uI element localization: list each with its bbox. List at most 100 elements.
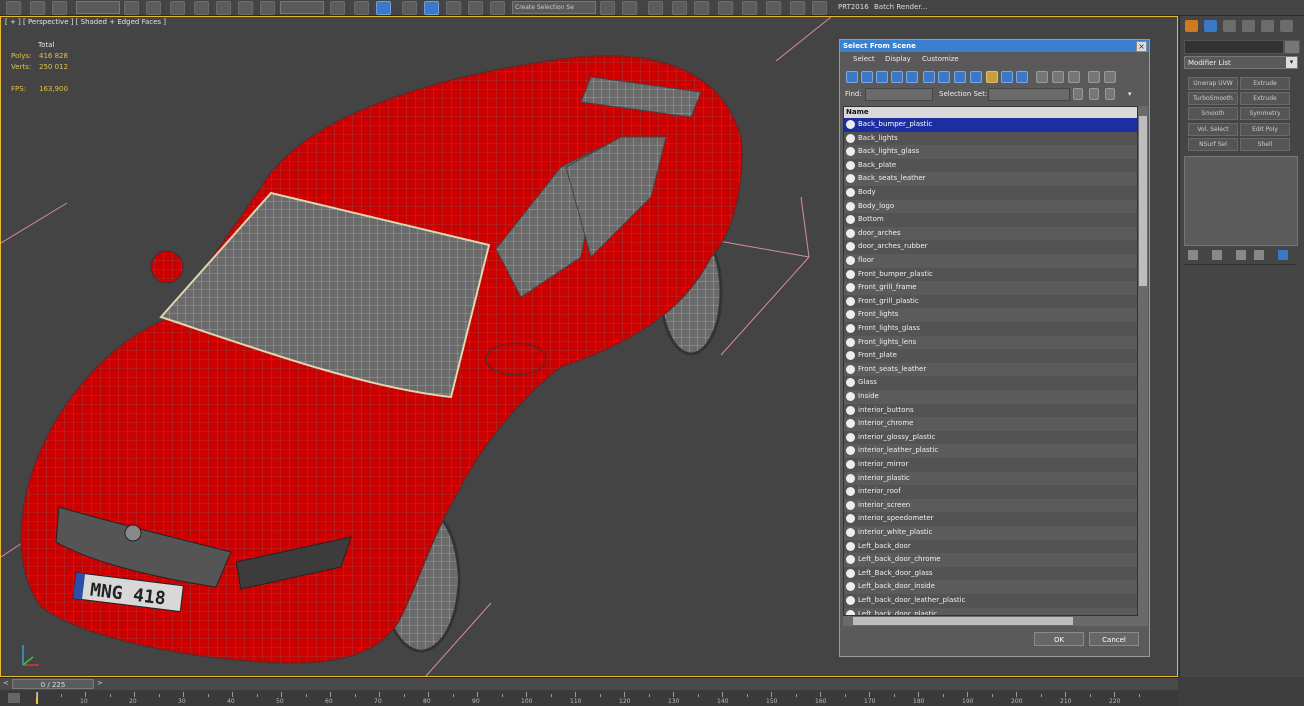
- display-lights-icon[interactable]: [876, 71, 888, 83]
- select-object-icon[interactable]: [124, 1, 139, 15]
- modifier-button-smooth[interactable]: Smooth: [1188, 107, 1238, 120]
- angle-snap-icon[interactable]: [424, 1, 439, 15]
- display-helpers-icon[interactable]: [906, 71, 918, 83]
- remove-modifier-icon[interactable]: [1254, 250, 1264, 260]
- list-item[interactable]: Left_back_door: [844, 539, 1137, 554]
- chevron-down-icon[interactable]: ▾: [1128, 90, 1132, 98]
- list-item[interactable]: Back_bumper_plastic: [844, 118, 1137, 132]
- selection-set-dropdown[interactable]: [988, 88, 1070, 101]
- modifier-button-turbosmooth[interactable]: TurboSmooth: [1188, 92, 1238, 105]
- list-item[interactable]: interior_plastic: [844, 472, 1137, 486]
- list-item[interactable]: Back_lights_glass: [844, 145, 1137, 159]
- scale-icon[interactable]: [260, 1, 275, 15]
- display-hidden-icon[interactable]: [1016, 71, 1028, 83]
- pivot-center-icon[interactable]: [330, 1, 345, 15]
- list-item[interactable]: interior_roof: [844, 485, 1137, 499]
- list-item[interactable]: Front_bumper_plastic: [844, 267, 1137, 282]
- select-by-name-icon[interactable]: [146, 1, 161, 15]
- percent-snap-icon[interactable]: [446, 1, 461, 15]
- mirror-icon[interactable]: [600, 1, 615, 15]
- modifier-button-shell[interactable]: Shell: [1240, 138, 1290, 151]
- toggle-ribbon-icon[interactable]: [672, 1, 687, 15]
- rendered-frame-window-icon[interactable]: [790, 1, 805, 15]
- select-all-icon[interactable]: [1036, 71, 1048, 83]
- list-item[interactable]: interior_screen: [844, 499, 1137, 513]
- layer-explorer-icon[interactable]: [648, 1, 663, 15]
- horizontal-scroll-thumb[interactable]: [853, 617, 1073, 625]
- modifier-button-symmetry[interactable]: Symmetry: [1240, 107, 1290, 120]
- filter-icon[interactable]: [1088, 71, 1100, 83]
- find-input[interactable]: [865, 88, 933, 101]
- list-item[interactable]: Front_plate: [844, 349, 1137, 363]
- cancel-button[interactable]: Cancel: [1089, 632, 1139, 646]
- display-cameras-icon[interactable]: [891, 71, 903, 83]
- render-production-icon[interactable]: [812, 1, 827, 15]
- list-item[interactable]: interior_white_plastic: [844, 526, 1137, 540]
- select-invert-icon[interactable]: [1068, 71, 1080, 83]
- list-item[interactable]: Front_lights_glass: [844, 322, 1137, 336]
- motion-tab-icon[interactable]: [1242, 20, 1255, 32]
- filter-options-icon[interactable]: [1104, 71, 1116, 83]
- configure-modifier-sets-icon[interactable]: [1278, 250, 1288, 260]
- modifier-button-extrude-2[interactable]: Extrude: [1240, 92, 1290, 105]
- modifier-button-vol-select[interactable]: Vol. Select: [1188, 123, 1238, 136]
- list-item[interactable]: interior_buttons: [844, 403, 1137, 418]
- list-item[interactable]: Front_lights_lens: [844, 336, 1137, 350]
- chevron-down-icon[interactable]: ▾: [1286, 57, 1297, 68]
- batch-render-button[interactable]: Batch Render...: [874, 1, 927, 13]
- unlink-icon[interactable]: [30, 1, 45, 15]
- list-item[interactable]: interior_glossy_plastic: [844, 430, 1137, 445]
- menu-select[interactable]: Select: [853, 55, 875, 63]
- modify-tab-icon[interactable]: [1204, 20, 1217, 32]
- selection-set-add-icon[interactable]: [1073, 88, 1083, 100]
- bind-space-warp-icon[interactable]: [52, 1, 67, 15]
- list-item[interactable]: Body: [844, 186, 1137, 200]
- modifier-button-unwrap-uvw[interactable]: Unwrap UVW: [1188, 77, 1238, 90]
- display-groups-icon[interactable]: [938, 71, 950, 83]
- list-item[interactable]: Front_grill_frame: [844, 281, 1137, 295]
- keyboard-shortcut-override-icon[interactable]: [376, 1, 391, 15]
- list-item[interactable]: Front_seats_leather: [844, 363, 1137, 377]
- object-color-swatch[interactable]: [1284, 40, 1300, 54]
- modifier-button-nsurf-sel[interactable]: NSurf Sel: [1188, 138, 1238, 151]
- named-selection-sets-dropdown[interactable]: Create Selection Se: [512, 1, 596, 14]
- column-header-name[interactable]: Name: [844, 107, 1137, 118]
- list-item[interactable]: Bottom: [844, 213, 1137, 227]
- modifier-button-edit-poly[interactable]: Edit Poly: [1240, 123, 1290, 136]
- list-item[interactable]: interior_mirror: [844, 458, 1137, 472]
- show-end-result-icon[interactable]: [1212, 250, 1222, 260]
- render-setup-icon[interactable]: [766, 1, 781, 15]
- list-horizontal-scrollbar[interactable]: [843, 616, 1148, 626]
- scene-object-list[interactable]: Name Back_bumper_plastic Back_lights Back_…: [843, 106, 1138, 616]
- pin-stack-icon[interactable]: [1188, 250, 1198, 260]
- ok-button[interactable]: OK: [1034, 632, 1084, 646]
- list-item[interactable]: Front_lights: [844, 308, 1137, 322]
- list-item[interactable]: door_arches_rubber: [844, 240, 1137, 254]
- dialog-close-button[interactable]: ×: [1136, 41, 1147, 52]
- list-item[interactable]: Body_logo: [844, 200, 1137, 214]
- display-bones-icon[interactable]: [970, 71, 982, 83]
- select-link-icon[interactable]: [6, 1, 21, 15]
- modifier-stack-view[interactable]: [1184, 156, 1298, 246]
- list-item[interactable]: Left_back_door_leather_plastic: [844, 594, 1137, 608]
- make-unique-icon[interactable]: [1236, 250, 1246, 260]
- dialog-title[interactable]: Select From Scene: [840, 40, 1149, 52]
- list-item[interactable]: Glass: [844, 376, 1137, 390]
- rotate-icon[interactable]: [238, 1, 253, 15]
- display-frozen-icon[interactable]: [1001, 71, 1013, 83]
- list-item[interactable]: Front_grill_plastic: [844, 294, 1137, 309]
- display-xrefs-icon[interactable]: [954, 71, 966, 83]
- list-item[interactable]: Left_Back_door_glass: [844, 566, 1137, 581]
- list-item[interactable]: floor: [844, 254, 1137, 268]
- rect-selection-icon[interactable]: [170, 1, 185, 15]
- object-name-field[interactable]: [1184, 40, 1284, 54]
- utilities-tab-icon[interactable]: [1280, 20, 1293, 32]
- spinner-snap-icon[interactable]: [468, 1, 483, 15]
- reference-coord-dropdown[interactable]: [280, 1, 324, 14]
- align-icon[interactable]: [622, 1, 637, 15]
- selection-set-remove-icon[interactable]: [1105, 88, 1115, 100]
- list-item[interactable]: door_arches: [844, 227, 1137, 241]
- list-item[interactable]: interior_speedometer: [844, 512, 1137, 526]
- timeline-ruler[interactable]: 10 20 30 40 50 60 70 80 90 100 110 120 130 140 150 160 1…: [0, 678, 1178, 706]
- display-containers-icon[interactable]: [986, 71, 998, 83]
